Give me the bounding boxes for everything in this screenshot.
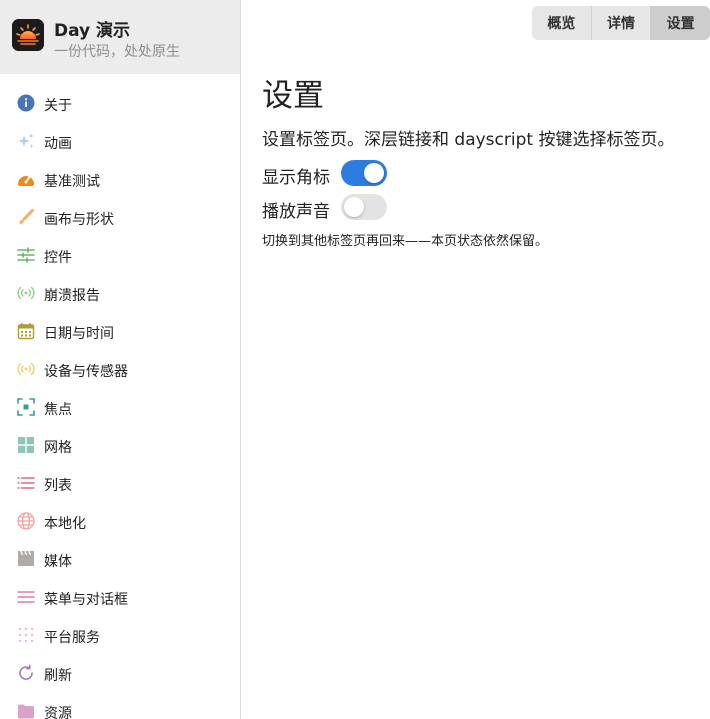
app-name: Day 演示 [54, 21, 131, 41]
sidebar: Day 演示 一份代码，处处原生 关于 动画 基准测试 画布与形状 控件 崩溃报… [0, 0, 241, 719]
sidebar-item-refresh[interactable]: 刷新 [0, 655, 240, 693]
page-title: 设置 [262, 78, 324, 114]
sidebar-item-benchmark[interactable]: 基准测试 [0, 161, 240, 199]
sidebar-item-crash-reports[interactable]: 崩溃报告 [0, 275, 240, 313]
sidebar-item-label: 网格 [44, 440, 72, 456]
calendar-icon [17, 322, 35, 340]
app-header: Day 演示 一份代码，处处原生 [0, 0, 240, 74]
sidebar-item-menus-dialogs[interactable]: 菜单与对话框 [0, 579, 240, 617]
sparkles-icon [17, 132, 35, 150]
sidebar-item-label: 平台服务 [44, 630, 100, 646]
app-logo-icon [12, 19, 44, 51]
broadcast-icon [17, 284, 35, 302]
dots-grid-icon [17, 626, 35, 644]
toggle-knob [344, 197, 364, 217]
list-icon [17, 474, 35, 492]
sensor-icon [17, 360, 35, 378]
toggle-knob [364, 163, 384, 183]
sidebar-item-date-time[interactable]: 日期与时间 [0, 313, 240, 351]
sidebar-item-label: 本地化 [44, 516, 86, 532]
sidebar-item-label: 资源 [44, 706, 72, 719]
sidebar-item-focus[interactable]: 焦点 [0, 389, 240, 427]
show-badge-label: 显示角标 [262, 168, 330, 188]
tab-segmented-control: 概览 详情 设置 [532, 6, 710, 40]
sidebar-item-label: 基准测试 [44, 174, 100, 190]
tab-overview[interactable]: 概览 [532, 6, 591, 40]
film-icon [17, 550, 35, 568]
show-badge-toggle[interactable] [341, 160, 387, 186]
sidebar-item-label: 控件 [44, 250, 72, 266]
focus-icon [17, 398, 35, 416]
sidebar-item-animation[interactable]: 动画 [0, 123, 240, 161]
sidebar-item-label: 焦点 [44, 402, 72, 418]
sidebar-item-label: 刷新 [44, 668, 72, 684]
sidebar-item-grid[interactable]: 网格 [0, 427, 240, 465]
tab-settings[interactable]: 设置 [650, 6, 710, 40]
sidebar-item-label: 崩溃报告 [44, 288, 100, 304]
sidebar-item-label: 日期与时间 [44, 326, 114, 342]
sliders-icon [17, 246, 35, 264]
sidebar-item-about[interactable]: 关于 [0, 85, 240, 123]
sidebar-item-media[interactable]: 媒体 [0, 541, 240, 579]
play-sound-toggle[interactable] [341, 194, 387, 220]
menu-icon [17, 588, 35, 606]
sidebar-item-controls[interactable]: 控件 [0, 237, 240, 275]
tab-details[interactable]: 详情 [590, 6, 651, 40]
gauge-icon [17, 170, 35, 188]
sidebar-item-label: 菜单与对话框 [44, 592, 128, 608]
sidebar-nav: 关于 动画 基准测试 画布与形状 控件 崩溃报告 日期与时间 设备与传感器 焦点… [0, 85, 240, 719]
sidebar-item-list[interactable]: 列表 [0, 465, 240, 503]
app-tagline: 一份代码，处处原生 [54, 44, 180, 60]
sidebar-item-localization[interactable]: 本地化 [0, 503, 240, 541]
sidebar-item-label: 动画 [44, 136, 72, 152]
sidebar-item-canvas-shapes[interactable]: 画布与形状 [0, 199, 240, 237]
sidebar-item-label: 媒体 [44, 554, 72, 570]
sidebar-item-platform-services[interactable]: 平台服务 [0, 617, 240, 655]
grid-icon [17, 436, 35, 454]
page-description: 设置标签页。深层链接和 dayscript 按键选择标签页。 [262, 130, 675, 150]
sidebar-item-label: 列表 [44, 478, 72, 494]
info-icon [17, 94, 35, 112]
sidebar-item-label: 关于 [44, 98, 72, 114]
paintbrush-icon [17, 208, 35, 226]
play-sound-label: 播放声音 [262, 202, 330, 222]
sidebar-item-devices-sensors[interactable]: 设备与传感器 [0, 351, 240, 389]
sidebar-item-label: 设备与传感器 [44, 364, 128, 380]
sidebar-item-resources[interactable]: 资源 [0, 693, 240, 719]
sidebar-item-label: 画布与形状 [44, 212, 114, 228]
folder-icon [17, 702, 35, 719]
globe-icon [17, 512, 35, 530]
refresh-icon [17, 664, 35, 682]
state-note: 切换到其他标签页再回来——本页状态依然保留。 [262, 234, 549, 249]
